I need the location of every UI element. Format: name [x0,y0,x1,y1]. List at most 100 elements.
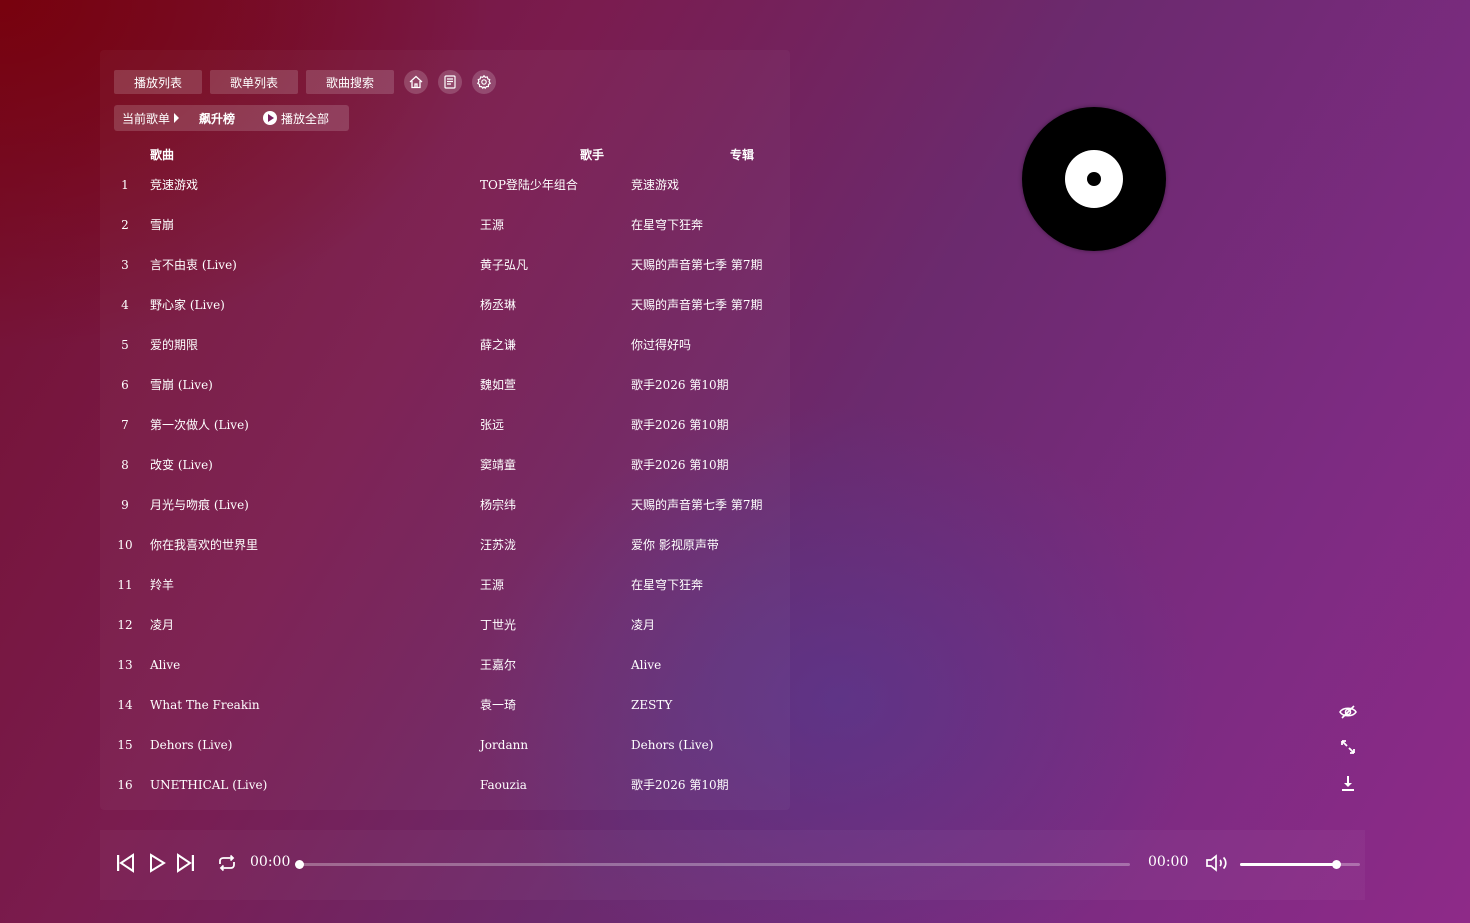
song-title: 雪崩 [150,218,175,232]
header-album: 专辑 [730,148,755,162]
skip-previous-icon [117,853,134,873]
tab-song-search[interactable]: 歌曲搜索 [306,70,394,94]
artist-name: 窦靖童 [480,458,517,472]
volume-fill [1240,863,1336,866]
artist-name: 薛之谦 [480,338,517,352]
song-title: UNETHICAL (Live) [150,778,268,792]
volume-icon [1206,854,1227,872]
home-icon [409,75,423,89]
skip-next-icon [177,853,194,873]
download-button[interactable] [1338,773,1358,793]
album-name: Alive [631,658,662,672]
table-row[interactable]: 13 Alive 王嘉尔 Alive [114,655,784,695]
play-circle-icon [263,111,278,125]
table-row[interactable]: 16 UNETHICAL (Live) Faouzia 歌手2026 第10期 [114,775,784,815]
play-button[interactable] [146,852,168,874]
album-name: 你过得好吗 [631,338,692,352]
progress-slider[interactable] [295,860,1130,869]
song-title: 竞速游戏 [150,178,199,192]
artist-name: 黄子弘凡 [480,258,529,272]
eye-off-icon [1339,705,1357,719]
table-row[interactable]: 4 野心家 (Live) 杨丞琳 天赐的声音第七季 第7期 [114,295,784,335]
current-time: 00:00 [250,854,291,870]
table-row[interactable]: 8 改变 (Live) 窦靖童 歌手2026 第10期 [114,455,784,495]
album-name: 歌手2026 第10期 [631,458,729,472]
table-row[interactable]: 1 竞速游戏 TOP登陆少年组合 竞速游戏 [114,175,784,215]
album-name: 凌月 [631,618,656,632]
artist-name: 丁世光 [480,618,517,632]
album-name: Dehors (Live) [631,738,714,752]
song-title: 第一次做人 (Live) [150,418,249,432]
settings-button[interactable] [472,70,496,94]
hide-button[interactable] [1338,702,1358,722]
table-row[interactable]: 11 羚羊 王源 在星穹下狂奔 [114,575,784,615]
row-number: 7 [121,418,129,432]
song-title: What The Freakin [150,698,260,712]
table-row[interactable]: 9 月光与吻痕 (Live) 杨宗纬 天赐的声音第七季 第7期 [114,495,784,535]
row-number: 4 [121,298,129,312]
artist-name: 王嘉尔 [480,658,517,672]
volume-knob[interactable] [1332,860,1341,869]
lyrics-button[interactable] [438,70,462,94]
album-name: 歌手2026 第10期 [631,378,729,392]
next-button[interactable] [175,852,197,874]
header-song: 歌曲 [150,148,175,162]
repeat-button[interactable] [216,852,238,874]
song-title: 凌月 [150,618,175,632]
row-number: 16 [117,778,133,792]
current-playlist-selector[interactable]: 当前歌单 [122,110,180,127]
previous-button[interactable] [114,852,136,874]
album-name: 在星穹下狂奔 [631,218,704,232]
row-number: 3 [121,258,129,272]
album-name: 爱你 影视原声带 [631,538,719,552]
play-icon [150,853,166,873]
album-name: 竞速游戏 [631,178,680,192]
table-row[interactable]: 15 Dehors (Live) Jordann Dehors (Live) [114,735,784,775]
album-name: 天赐的声音第七季 第7期 [631,298,763,312]
table-row[interactable]: 7 第一次做人 (Live) 张远 歌手2026 第10期 [114,415,784,455]
table-row[interactable]: 14 What The Freakin 袁一琦 ZESTY [114,695,784,735]
home-button[interactable] [404,70,428,94]
album-name: 天赐的声音第七季 第7期 [631,498,763,512]
play-all-label: 播放全部 [281,111,330,126]
row-number: 13 [117,658,133,672]
row-number: 12 [117,618,133,632]
tab-playlist[interactable]: 播放列表 [114,70,202,94]
song-title: 羚羊 [150,578,175,592]
song-title: Alive [150,658,181,672]
download-icon [1342,776,1354,791]
volume-button[interactable] [1205,852,1231,874]
row-number: 5 [121,338,129,352]
table-row[interactable]: 2 雪崩 王源 在星穹下狂奔 [114,215,784,255]
row-number: 9 [121,498,129,512]
album-name: 天赐的声音第七季 第7期 [631,258,763,272]
row-number: 14 [117,698,133,712]
settings-icon [476,74,492,90]
artist-name: 杨宗纬 [480,498,517,512]
volume-slider[interactable] [1240,860,1360,869]
fullscreen-icon [1341,740,1355,754]
album-name: 歌手2026 第10期 [631,778,729,792]
play-all-button[interactable]: 播放全部 [263,110,329,127]
current-playlist-label: 当前歌单 [122,111,171,126]
table-row[interactable]: 3 言不由衷 (Live) 黄子弘凡 天赐的声音第七季 第7期 [114,255,784,295]
caret-right-icon [174,113,180,123]
album-name: 歌手2026 第10期 [631,418,729,432]
disc-hole [1087,172,1101,186]
progress-knob[interactable] [295,860,304,869]
row-number: 11 [117,578,133,592]
table-row[interactable]: 5 爱的期限 薛之谦 你过得好吗 [114,335,784,375]
artist-name: 王源 [480,218,505,232]
fullscreen-button[interactable] [1338,737,1358,757]
tab-songlists[interactable]: 歌单列表 [210,70,298,94]
song-title: 言不由衷 (Live) [150,258,237,272]
song-title: 你在我喜欢的世界里 [150,538,259,552]
row-number: 1 [121,178,129,192]
table-row[interactable]: 6 雪崩 (Live) 魏如萱 歌手2026 第10期 [114,375,784,415]
artist-name: 魏如萱 [480,378,517,392]
album-name: 在星穹下狂奔 [631,578,704,592]
row-number: 15 [117,738,133,752]
song-title: 月光与吻痕 (Live) [150,498,249,512]
table-row[interactable]: 10 你在我喜欢的世界里 汪苏泷 爱你 影视原声带 [114,535,784,575]
table-row[interactable]: 12 凌月 丁世光 凌月 [114,615,784,655]
